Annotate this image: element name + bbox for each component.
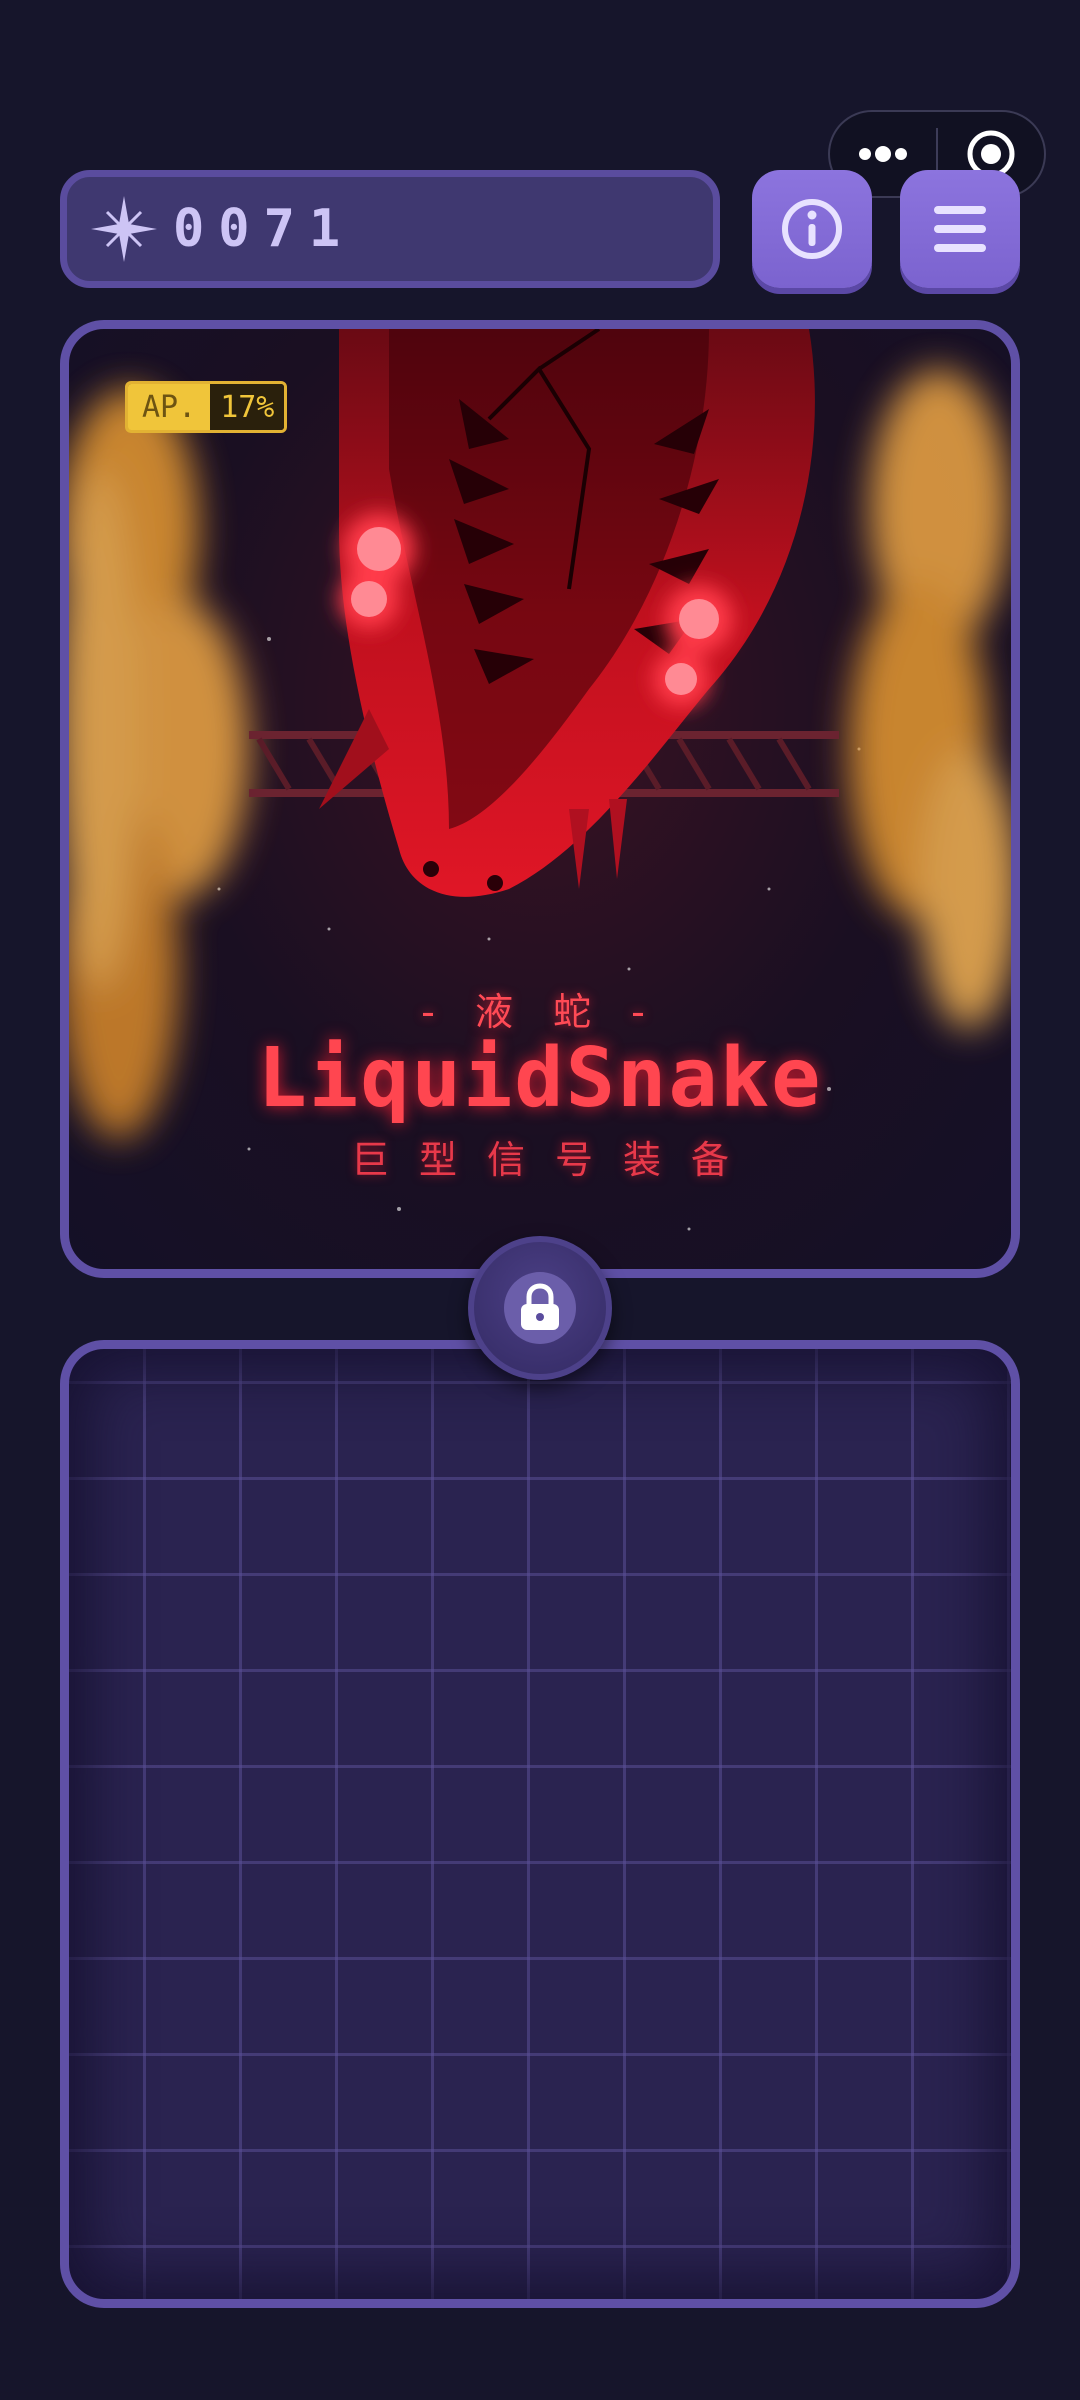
poster-title: LiquidSnake (257, 1031, 823, 1126)
sparkle-star-icon (91, 196, 157, 262)
score-bar: 0071 (60, 170, 720, 288)
more-dots-icon (859, 146, 907, 162)
fire-right (849, 369, 1011, 1029)
snake-head (319, 329, 815, 897)
poster-subtitle: - 液 蛇 - (421, 990, 659, 1034)
menu-button[interactable] (900, 170, 1020, 288)
padlock-icon (521, 1283, 559, 1330)
poster-tagline: 巨型信号装备 (350, 1138, 759, 1182)
hamburger-menu-icon (934, 206, 986, 252)
score-value: 0071 (173, 199, 355, 259)
info-icon (782, 199, 842, 259)
game-grid-board[interactable] (60, 1340, 1020, 2308)
lock-icon-bg (504, 1272, 576, 1344)
lock-button[interactable] (468, 1236, 612, 1380)
ap-label: AP. (128, 384, 211, 430)
ap-progress-badge: AP. 17% (125, 381, 288, 433)
info-button[interactable] (752, 170, 872, 288)
ap-value: 17% (210, 384, 285, 430)
poster-card[interactable]: AP. 17% - 液 蛇 - LiquidSnake 巨型信号装备 (60, 320, 1020, 1278)
liquid-snake-artwork (69, 329, 1011, 1231)
